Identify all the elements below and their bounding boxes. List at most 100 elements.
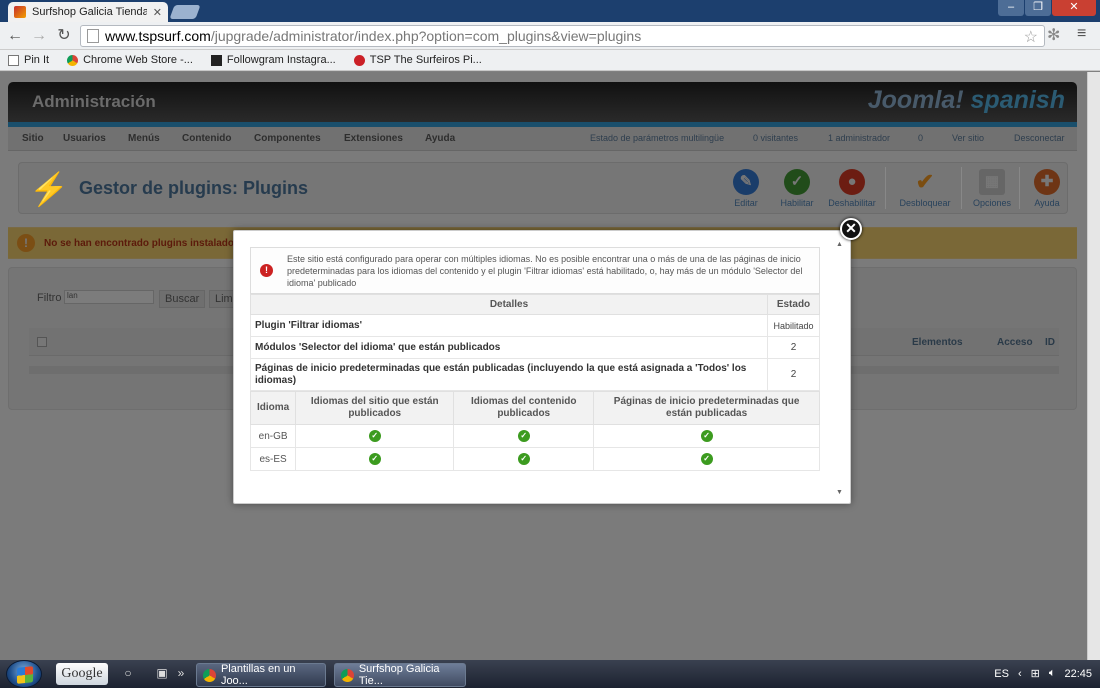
menu-ayuda[interactable]: Ayuda [425, 133, 455, 144]
address-bar[interactable]: www.tspsurf.com /jupgrade/administrator/… [80, 25, 1045, 47]
back-arrow-icon[interactable]: ← [6, 27, 24, 45]
windows-logo-icon [17, 666, 33, 684]
tray-expand-icon[interactable]: ‹ [1018, 668, 1022, 680]
bookmark-star-icon[interactable]: ☆ [1024, 27, 1038, 47]
site-favicon-icon [14, 6, 26, 18]
scroll-down-icon[interactable]: ▼ [836, 489, 843, 496]
task-plantillas[interactable]: Plantillas en un Joo... [196, 663, 326, 687]
home-status: ✓ [593, 447, 820, 471]
logo-language: spanish [970, 86, 1065, 114]
pinterest-icon [353, 54, 365, 66]
check-icon: ✓ [517, 430, 530, 442]
browser-toolbar: ← → ↻ www.tspsurf.com /jupgrade/administ… [0, 22, 1100, 50]
detail-label: Páginas de inicio predeterminadas que es… [250, 358, 768, 391]
page-title: Gestor de plugins: Plugins [79, 178, 309, 198]
window-close-button[interactable]: ✕ [1052, 0, 1096, 16]
system-tray: ES ‹ ⊞ 🔈︎ 22:45 [994, 667, 1092, 680]
options-label: Opciones [972, 198, 1012, 208]
menu-componentes[interactable]: Componentes [254, 133, 321, 144]
check-icon: ✓ [700, 453, 713, 465]
clock[interactable]: 22:45 [1064, 668, 1092, 680]
modal-scrollbar[interactable]: ▲ ▼ [836, 241, 844, 496]
table-row: es-ES ✓ ✓ ✓ [249, 447, 820, 471]
select-all-checkbox[interactable] [37, 337, 47, 347]
options-button[interactable]: ▦ Opciones [967, 169, 1017, 208]
bookmark-pin-it[interactable]: Pin It [8, 54, 49, 66]
col-access[interactable]: Acceso [997, 337, 1033, 348]
logout-link[interactable]: Desconectar [1014, 133, 1065, 143]
lifebuoy-icon: ✚ [1034, 169, 1060, 195]
search-button[interactable]: Buscar [159, 290, 206, 308]
messages-count[interactable]: 0 [918, 133, 923, 143]
task-label: Surfshop Galicia Tie... [358, 663, 440, 687]
language-indicator[interactable]: ES [994, 668, 1009, 680]
maximize-button[interactable]: ❐ [1025, 0, 1051, 16]
windows-taskbar: Google ○ ▣ » Plantillas en un Joo... Sur… [0, 660, 1100, 688]
edit-button[interactable]: ✎ Editar [721, 169, 771, 208]
google-search-toolbar[interactable]: Google [56, 663, 108, 685]
browser-tab[interactable]: Surfshop Galicia Tienda ca ✕ [8, 2, 168, 22]
menu-menus[interactable]: Menús [128, 133, 160, 144]
disable-button[interactable]: ● Deshabilitar [827, 169, 877, 208]
lang-col-header: Idioma [249, 391, 297, 425]
volume-icon[interactable]: 🔈︎ [1049, 667, 1056, 680]
menu-extensiones[interactable]: Extensiones [344, 133, 403, 144]
quicklaunch-expand-icon[interactable]: » [176, 666, 186, 682]
reload-icon[interactable]: ↻ [55, 27, 73, 45]
options-icon: ▦ [979, 169, 1005, 195]
bookmark-chrome-store[interactable]: Chrome Web Store -... [67, 54, 193, 66]
detail-value: 2 [767, 336, 820, 359]
pencil-icon: ✎ [733, 169, 759, 195]
col-elements[interactable]: Elementos [912, 337, 963, 348]
languages-table: Idioma Idiomas del sitio que están publi… [249, 391, 820, 471]
multilanguage-status-modal: ▲ ▼ ! Este sitio está configurado para o… [233, 230, 851, 504]
bookmark-tsp-pinterest[interactable]: TSP The Surfeiros Pi... [353, 54, 482, 66]
admin-header: Administración Joomla! spanish [8, 82, 1077, 122]
menu-usuarios[interactable]: Usuarios [63, 133, 106, 144]
content-col-header: Idiomas del contenido publicados [453, 391, 595, 425]
check-icon: ✓ [517, 453, 530, 465]
status-header: Estado [767, 294, 820, 315]
bookmark-followgram[interactable]: Followgram Instagra... [210, 54, 336, 66]
page-scrollbar[interactable] [1087, 72, 1100, 660]
network-icon[interactable]: ⊞ [1031, 667, 1040, 680]
new-tab-button[interactable] [169, 5, 201, 19]
detail-label: Módulos 'Selector del idioma' que están … [250, 336, 768, 359]
bookmark-label: Chrome Web Store -... [83, 54, 193, 66]
multilang-status-link[interactable]: Estado de parámetros multilingüe [590, 133, 724, 143]
table-row: Módulos 'Selector del idioma' que están … [250, 336, 820, 359]
warning-icon: ! [17, 234, 35, 252]
minimize-button[interactable]: – [998, 0, 1024, 16]
toolbar-divider [961, 167, 962, 209]
col-id[interactable]: ID [1045, 337, 1055, 348]
unlock-button[interactable]: ✔ Desbloquear [897, 169, 953, 208]
joomla-logo: Joomla! spanish [868, 86, 1065, 115]
site-status: ✓ [295, 447, 455, 471]
toolbar-box: ⚡ Gestor de plugins: Plugins ✎ Editar ✓ Ha… [18, 162, 1068, 214]
help-button[interactable]: ✚ Ayuda [1022, 169, 1072, 208]
show-desktop-icon[interactable]: ▣ [154, 666, 170, 682]
start-button[interactable] [6, 660, 42, 688]
detail-label: Plugin 'Filtrar idiomas' [250, 314, 768, 337]
view-site-link[interactable]: Ver sitio [952, 133, 984, 143]
task-label: Plantillas en un Joo... [220, 663, 296, 687]
task-surfshop[interactable]: Surfshop Galicia Tie... [334, 663, 466, 687]
modal-close-button[interactable]: ✕ [840, 218, 862, 240]
content-status: ✓ [453, 424, 595, 448]
quicklaunch-icon[interactable]: ○ [120, 666, 136, 682]
error-icon: ! [260, 264, 273, 277]
chrome-menu-icon[interactable]: ≡ [1077, 25, 1086, 43]
filter-input[interactable]: lan [64, 290, 154, 304]
extension-gear-icon[interactable]: ✻ [1047, 25, 1060, 45]
menu-sitio[interactable]: Sitio [22, 133, 44, 144]
enable-button[interactable]: ✓ Habilitar [772, 169, 822, 208]
check-icon: ✓ [784, 169, 810, 195]
site-col-header: Idiomas del sitio que están publicados [295, 391, 455, 425]
scroll-up-icon[interactable]: ▲ [836, 241, 843, 248]
edit-label: Editar [734, 198, 758, 208]
forward-arrow-icon[interactable]: → [30, 27, 48, 45]
menu-contenido[interactable]: Contenido [182, 133, 231, 144]
tab-close-icon[interactable]: ✕ [153, 6, 162, 19]
url-path: /jupgrade/administrator/index.php?option… [210, 28, 642, 44]
check-icon: ✓ [368, 453, 381, 465]
